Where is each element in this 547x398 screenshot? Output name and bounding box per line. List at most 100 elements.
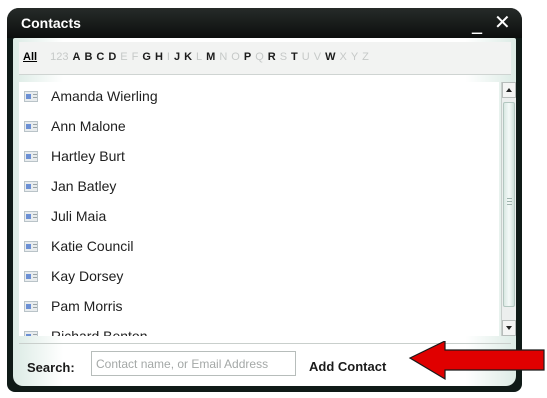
card-photo: [26, 214, 31, 219]
red-arrow-icon: [408, 341, 545, 381]
contact-card-icon: [24, 271, 38, 282]
filter-letter-n: N: [219, 51, 228, 63]
card-line: [33, 127, 37, 128]
contact-card-icon: [24, 151, 38, 162]
filter-letter-g[interactable]: G: [142, 51, 151, 63]
contact-name: Kay Dorsey: [51, 268, 124, 284]
contact-card-icon: [24, 331, 38, 336]
search-input[interactable]: [91, 351, 296, 376]
filter-letter-v: V: [313, 51, 322, 63]
filter-letter-y: Y: [350, 51, 359, 63]
alphabet-filter: All 123 A B C D E F G H I J K L M N O P Q R S T U V W X Y Z: [23, 51, 373, 63]
card-line: [33, 274, 37, 275]
contact-list-item[interactable]: Ann Malone: [19, 112, 499, 142]
contact-card-icon: [24, 241, 38, 252]
card-line: [33, 187, 37, 188]
filter-letter-u: U: [301, 51, 310, 63]
card-line: [33, 94, 37, 95]
contacts-panel: All 123 A B C D E F G H I J K L M N O P Q R S T U V W X Y Z Amanda…: [13, 38, 516, 386]
search-label: Search:: [27, 360, 75, 375]
card-line: [33, 217, 37, 218]
window-title: Contacts: [21, 15, 81, 31]
filter-letter-s: S: [279, 51, 288, 63]
card-photo: [26, 334, 31, 336]
contact-name: Jan Batley: [51, 178, 117, 194]
card-line: [33, 157, 37, 158]
contact-list-item[interactable]: Richard Benton: [19, 322, 499, 336]
filter-letter-r[interactable]: R: [268, 51, 276, 63]
card-line: [33, 307, 37, 308]
card-photo: [26, 94, 31, 99]
filter-letter-l: L: [196, 51, 203, 63]
filter-all[interactable]: All: [23, 51, 37, 63]
contact-name: Katie Council: [51, 238, 134, 254]
grip-line: [507, 201, 512, 202]
add-contact-button[interactable]: Add Contact: [309, 359, 386, 374]
grip-line: [507, 198, 512, 199]
card-line: [33, 214, 37, 215]
contact-list[interactable]: Amanda Wierling Ann Malone Hartley Burt Jan…: [19, 82, 499, 336]
filter-letter-j[interactable]: J: [174, 51, 180, 63]
card-line: [33, 184, 37, 185]
contact-list-item[interactable]: Jan Batley: [19, 172, 499, 202]
contact-list-item[interactable]: Katie Council: [19, 232, 499, 262]
minimize-button[interactable]: _: [472, 10, 482, 34]
card-line: [33, 124, 37, 125]
contact-name: Ann Malone: [51, 118, 126, 134]
filter-letter-t[interactable]: T: [291, 51, 298, 63]
filter-letter-k[interactable]: K: [184, 51, 192, 63]
contact-list-item[interactable]: Juli Maia: [19, 202, 499, 232]
contacts-window: Contacts _ ✕ All 123 A B C D E F G H I J K L M N O P Q R S T…: [7, 8, 522, 392]
contact-list-item[interactable]: Amanda Wierling: [19, 82, 499, 112]
contact-card-icon: [24, 121, 38, 132]
alphabet-filter-bar: All 123 A B C D E F G H I J K L M N O P Q R S T U V W X Y Z: [19, 42, 511, 75]
card-photo: [26, 154, 31, 159]
scroll-up-button[interactable]: [502, 82, 516, 98]
contact-card-icon: [24, 181, 38, 192]
card-photo: [26, 244, 31, 249]
contact-name: Richard Benton: [51, 328, 148, 336]
arrow-up-icon: [506, 88, 512, 92]
card-photo: [26, 184, 31, 189]
filter-letter-e: E: [120, 51, 128, 63]
title-bar[interactable]: Contacts _ ✕: [7, 8, 522, 38]
filter-letter-x: X: [339, 51, 347, 63]
contact-card-icon: [24, 301, 38, 312]
filter-letter-c[interactable]: C: [96, 51, 104, 63]
close-button[interactable]: ✕: [494, 10, 511, 34]
contact-name: Juli Maia: [51, 208, 107, 224]
filter-letter-q: Q: [255, 51, 264, 63]
arrow-down-icon: [506, 326, 512, 330]
filter-letter-i: I: [166, 51, 170, 63]
card-line: [33, 304, 37, 305]
filter-letter-z: Z: [362, 51, 369, 63]
filter-letter-m[interactable]: M: [206, 51, 215, 63]
card-line: [33, 334, 37, 335]
filter-letter-b[interactable]: B: [84, 51, 92, 63]
filter-letter-w[interactable]: W: [325, 51, 335, 63]
card-line: [33, 244, 37, 245]
filter-letter-p[interactable]: P: [244, 51, 251, 63]
card-photo: [26, 124, 31, 129]
contact-name: Pam Morris: [51, 298, 123, 314]
card-photo: [26, 304, 31, 309]
list-scrollbar[interactable]: [501, 82, 516, 336]
filter-letter-f: F: [131, 51, 139, 63]
scroll-thumb[interactable]: [503, 102, 515, 307]
card-line: [33, 247, 37, 248]
filter-letter-h[interactable]: H: [155, 51, 163, 63]
contact-name: Hartley Burt: [51, 148, 125, 164]
card-photo: [26, 274, 31, 279]
grip-line: [507, 204, 512, 205]
filter-letter-a[interactable]: A: [72, 51, 80, 63]
contact-list-item[interactable]: Hartley Burt: [19, 142, 499, 172]
scroll-down-button[interactable]: [502, 320, 516, 336]
filter-letter-123: 123: [50, 51, 69, 63]
contact-list-item[interactable]: Kay Dorsey: [19, 262, 499, 292]
card-line: [33, 154, 37, 155]
contact-name: Amanda Wierling: [51, 88, 158, 104]
contact-list-item[interactable]: Pam Morris: [19, 292, 499, 322]
card-line: [33, 277, 37, 278]
contact-card-icon: [24, 91, 38, 102]
filter-letter-d[interactable]: D: [108, 51, 116, 63]
